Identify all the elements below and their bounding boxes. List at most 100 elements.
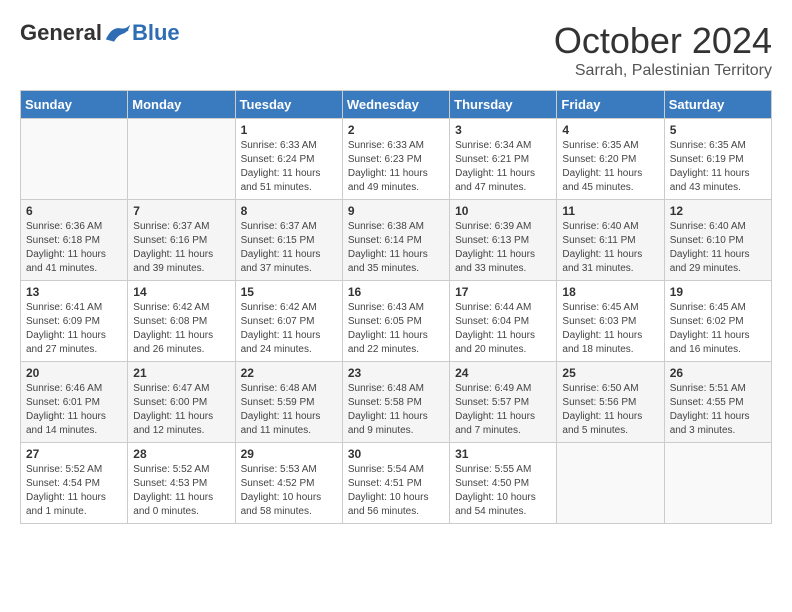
cell-info: Sunrise: 5:52 AM Sunset: 4:53 PM Dayligh… — [133, 463, 229, 519]
calendar-cell — [128, 119, 235, 200]
calendar-cell: 7Sunrise: 6:37 AM Sunset: 6:16 PM Daylig… — [128, 200, 235, 281]
calendar-cell: 14 Sunrise: 6:42 AM Sunset: 6:08 PM Dayli… — [128, 281, 235, 362]
cell-info: Sunrise: 6:47 AM Sunset: 6:00 PM Dayligh… — [133, 382, 229, 438]
calendar-cell: 9Sunrise: 6:38 AM Sunset: 6:14 PM Daylig… — [342, 200, 449, 281]
location-subtitle: Sarrah, Palestinian Territory — [554, 62, 772, 80]
calendar-cell: 21 Sunrise: 6:47 AM Sunset: 6:00 PM Dayli… — [128, 362, 235, 443]
day-number: 8 — [241, 204, 337, 218]
cell-info: Sunrise: 6:48 AM Sunset: 5:59 PM Dayligh… — [241, 382, 337, 438]
calendar-cell: 29 Sunrise: 5:53 AM Sunset: 4:52 PM Dayli… — [235, 443, 342, 524]
calendar-cell: 31Sunrise: 5:55 AM Sunset: 4:50 PM Dayli… — [450, 443, 557, 524]
calendar-week-row: 1 Sunrise: 6:33 AM Sunset: 6:24 PM Daylig… — [21, 119, 772, 200]
calendar-week-row: 13 Sunrise: 6:41 AM Sunset: 6:09 PM Dayli… — [21, 281, 772, 362]
day-header: Thursday — [450, 91, 557, 119]
day-number: 19 — [670, 285, 766, 299]
day-header: Tuesday — [235, 91, 342, 119]
calendar-cell: 25 Sunrise: 6:50 AM Sunset: 5:56 PM Dayli… — [557, 362, 664, 443]
calendar-cell: 28 Sunrise: 5:52 AM Sunset: 4:53 PM Dayli… — [128, 443, 235, 524]
cell-info: Sunrise: 6:33 AM Sunset: 6:24 PM Dayligh… — [241, 139, 337, 195]
day-header: Monday — [128, 91, 235, 119]
calendar-cell: 12 Sunrise: 6:40 AM Sunset: 6:10 PM Dayli… — [664, 200, 771, 281]
cell-info: Sunrise: 6:36 AM Sunset: 6:18 PM Dayligh… — [26, 220, 122, 276]
day-number: 27 — [26, 447, 122, 461]
page-header: General Blue October 2024 Sarrah, Palest… — [20, 20, 772, 80]
calendar-cell: 23 Sunrise: 6:48 AM Sunset: 5:58 PM Dayli… — [342, 362, 449, 443]
cell-info: Sunrise: 6:45 AM Sunset: 6:03 PM Dayligh… — [562, 301, 658, 357]
day-number: 29 — [241, 447, 337, 461]
logo-blue: Blue — [132, 20, 180, 46]
cell-info: Sunrise: 6:43 AM Sunset: 6:05 PM Dayligh… — [348, 301, 444, 357]
calendar-cell: 6 Sunrise: 6:36 AM Sunset: 6:18 PM Daylig… — [21, 200, 128, 281]
calendar-cell: 1 Sunrise: 6:33 AM Sunset: 6:24 PM Daylig… — [235, 119, 342, 200]
calendar-cell: 17Sunrise: 6:44 AM Sunset: 6:04 PM Dayli… — [450, 281, 557, 362]
cell-info: Sunrise: 5:54 AM Sunset: 4:51 PM Dayligh… — [348, 463, 444, 519]
calendar-week-row: 20 Sunrise: 6:46 AM Sunset: 6:01 PM Dayli… — [21, 362, 772, 443]
cell-info: Sunrise: 6:42 AM Sunset: 6:08 PM Dayligh… — [133, 301, 229, 357]
cell-info: Sunrise: 6:33 AM Sunset: 6:23 PM Dayligh… — [348, 139, 444, 195]
calendar-cell — [21, 119, 128, 200]
calendar-cell: 26 Sunrise: 5:51 AM Sunset: 4:55 PM Dayli… — [664, 362, 771, 443]
day-number: 4 — [562, 123, 658, 137]
cell-info: Sunrise: 6:45 AM Sunset: 6:02 PM Dayligh… — [670, 301, 766, 357]
logo-bird-icon — [104, 22, 132, 44]
day-number: 10 — [455, 204, 551, 218]
cell-info: Sunrise: 6:34 AM Sunset: 6:21 PM Dayligh… — [455, 139, 551, 195]
day-number: 28 — [133, 447, 229, 461]
cell-info: Sunrise: 5:53 AM Sunset: 4:52 PM Dayligh… — [241, 463, 337, 519]
day-number: 17 — [455, 285, 551, 299]
day-number: 7 — [133, 204, 229, 218]
calendar-cell: 24 Sunrise: 6:49 AM Sunset: 5:57 PM Dayli… — [450, 362, 557, 443]
title-block: October 2024 Sarrah, Palestinian Territo… — [554, 20, 772, 80]
day-number: 2 — [348, 123, 444, 137]
day-header: Friday — [557, 91, 664, 119]
day-number: 24 — [455, 366, 551, 380]
logo-general: General — [20, 20, 102, 46]
day-number: 26 — [670, 366, 766, 380]
calendar-cell: 22Sunrise: 6:48 AM Sunset: 5:59 PM Dayli… — [235, 362, 342, 443]
cell-info: Sunrise: 5:51 AM Sunset: 4:55 PM Dayligh… — [670, 382, 766, 438]
day-number: 13 — [26, 285, 122, 299]
calendar-cell: 4Sunrise: 6:35 AM Sunset: 6:20 PM Daylig… — [557, 119, 664, 200]
cell-info: Sunrise: 6:42 AM Sunset: 6:07 PM Dayligh… — [241, 301, 337, 357]
day-number: 3 — [455, 123, 551, 137]
day-header: Sunday — [21, 91, 128, 119]
cell-info: Sunrise: 6:41 AM Sunset: 6:09 PM Dayligh… — [26, 301, 122, 357]
day-number: 12 — [670, 204, 766, 218]
calendar-week-row: 27Sunrise: 5:52 AM Sunset: 4:54 PM Dayli… — [21, 443, 772, 524]
calendar-cell: 13 Sunrise: 6:41 AM Sunset: 6:09 PM Dayli… — [21, 281, 128, 362]
day-number: 18 — [562, 285, 658, 299]
cell-info: Sunrise: 6:35 AM Sunset: 6:19 PM Dayligh… — [670, 139, 766, 195]
day-number: 9 — [348, 204, 444, 218]
day-number: 21 — [133, 366, 229, 380]
cell-info: Sunrise: 6:40 AM Sunset: 6:11 PM Dayligh… — [562, 220, 658, 276]
calendar-cell — [557, 443, 664, 524]
cell-info: Sunrise: 6:46 AM Sunset: 6:01 PM Dayligh… — [26, 382, 122, 438]
day-number: 11 — [562, 204, 658, 218]
day-number: 1 — [241, 123, 337, 137]
logo: General Blue — [20, 20, 180, 46]
cell-info: Sunrise: 6:50 AM Sunset: 5:56 PM Dayligh… — [562, 382, 658, 438]
calendar-cell: 19 Sunrise: 6:45 AM Sunset: 6:02 PM Dayli… — [664, 281, 771, 362]
calendar-header-row: SundayMondayTuesdayWednesdayThursdayFrid… — [21, 91, 772, 119]
calendar-cell — [664, 443, 771, 524]
calendar-cell: 20 Sunrise: 6:46 AM Sunset: 6:01 PM Dayli… — [21, 362, 128, 443]
day-number: 16 — [348, 285, 444, 299]
calendar-cell: 3 Sunrise: 6:34 AM Sunset: 6:21 PM Daylig… — [450, 119, 557, 200]
calendar-table: SundayMondayTuesdayWednesdayThursdayFrid… — [20, 90, 772, 524]
day-header: Wednesday — [342, 91, 449, 119]
day-number: 23 — [348, 366, 444, 380]
day-number: 5 — [670, 123, 766, 137]
calendar-cell: 5 Sunrise: 6:35 AM Sunset: 6:19 PM Daylig… — [664, 119, 771, 200]
cell-info: Sunrise: 6:37 AM Sunset: 6:15 PM Dayligh… — [241, 220, 337, 276]
calendar-cell: 8 Sunrise: 6:37 AM Sunset: 6:15 PM Daylig… — [235, 200, 342, 281]
day-number: 25 — [562, 366, 658, 380]
cell-info: Sunrise: 6:49 AM Sunset: 5:57 PM Dayligh… — [455, 382, 551, 438]
month-title: October 2024 — [554, 20, 772, 62]
cell-info: Sunrise: 6:48 AM Sunset: 5:58 PM Dayligh… — [348, 382, 444, 438]
day-number: 6 — [26, 204, 122, 218]
cell-info: Sunrise: 6:39 AM Sunset: 6:13 PM Dayligh… — [455, 220, 551, 276]
day-number: 14 — [133, 285, 229, 299]
day-number: 15 — [241, 285, 337, 299]
cell-info: Sunrise: 6:40 AM Sunset: 6:10 PM Dayligh… — [670, 220, 766, 276]
day-number: 20 — [26, 366, 122, 380]
